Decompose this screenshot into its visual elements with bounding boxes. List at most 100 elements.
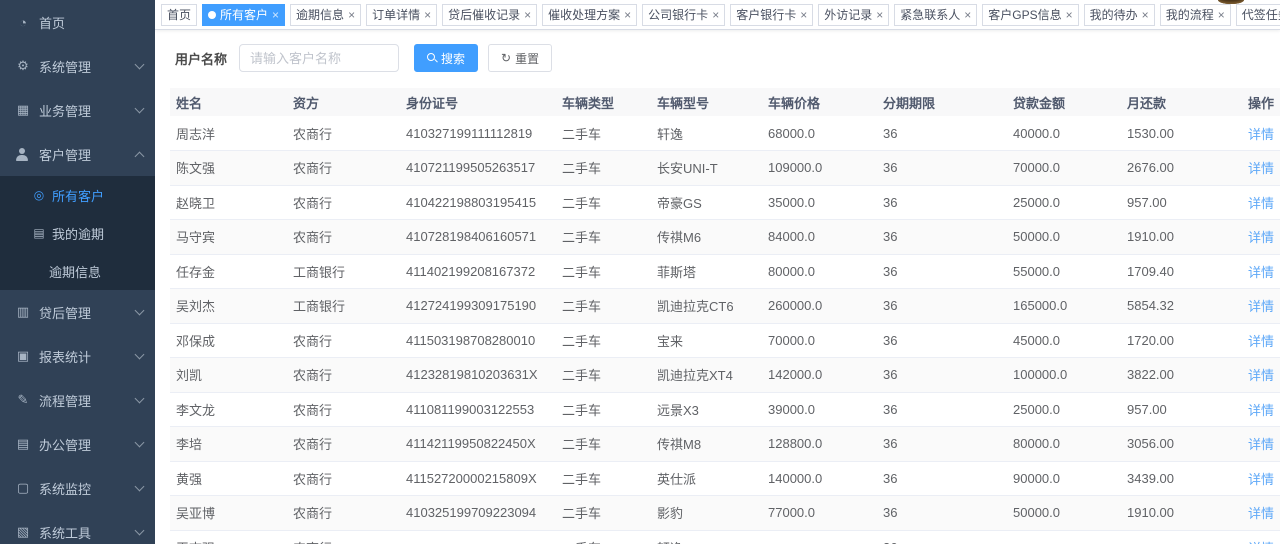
sidebar-item-3[interactable]: 客户管理 — [0, 132, 155, 176]
sidebar-item-8[interactable]: ▢系统监控 — [0, 466, 155, 510]
cell-贷款金额: 45000.0 — [1007, 323, 1121, 358]
cell-车辆价格: 128800.0 — [762, 427, 877, 462]
tab-3[interactable]: 订单详情× — [366, 4, 437, 26]
cell-月还款: 1910.00 — [1121, 220, 1242, 255]
cell-车辆类型: 二手车 — [556, 427, 651, 462]
tab-7[interactable]: 客户银行卡× — [730, 4, 813, 26]
close-icon[interactable]: × — [712, 9, 719, 21]
close-icon[interactable]: × — [964, 9, 971, 21]
detail-link[interactable]: 详情 — [1248, 472, 1274, 487]
table-row: 李文龙农商行411081199003122553二手车远景X339000.036… — [170, 392, 1280, 427]
cell-车辆类型: 二手车 — [556, 254, 651, 289]
tab-13[interactable]: 代签任务× — [1236, 4, 1280, 26]
sidebar-item-5[interactable]: ▣报表统计 — [0, 334, 155, 378]
detail-link[interactable]: 详情 — [1248, 368, 1274, 383]
detail-link[interactable]: 详情 — [1248, 161, 1274, 176]
tool-icon: ▧ — [15, 524, 31, 540]
detail-link[interactable]: 详情 — [1248, 437, 1274, 452]
cell-月还款: 1720.00 — [1121, 323, 1242, 358]
tab-12[interactable]: 我的流程× — [1160, 4, 1231, 26]
cell-贷款金额 — [1007, 530, 1121, 544]
reset-button[interactable]: ↻ 重置 — [488, 44, 552, 72]
tab-11[interactable]: 我的待办× — [1084, 4, 1155, 26]
tab-1[interactable]: 所有客户× — [202, 4, 285, 26]
detail-link[interactable]: 详情 — [1248, 127, 1274, 142]
cell-分期期限: 36 — [877, 496, 1007, 531]
cell-actions: 详情 — [1242, 151, 1280, 186]
sidebar-item-2[interactable]: ▦业务管理 — [0, 88, 155, 132]
tab-5[interactable]: 催收处理方案× — [542, 4, 637, 26]
main-area: 首页所有客户×逾期信息×订单详情×贷后催收记录×催收处理方案×公司银行卡×客户银… — [155, 0, 1280, 544]
tab-label: 首页 — [167, 6, 191, 23]
cell-资方: 农商行 — [287, 151, 400, 186]
tab-9[interactable]: 紧急联系人× — [894, 4, 977, 26]
close-icon[interactable]: × — [624, 9, 631, 21]
cell-车辆价格: 39000.0 — [762, 392, 877, 427]
tab-2[interactable]: 逾期信息× — [290, 4, 361, 26]
close-icon[interactable]: × — [876, 9, 883, 21]
customer-table: 姓名资方身份证号车辆类型车辆型号车辆价格分期期限贷款金额月还款操作 周志洋农商行… — [170, 88, 1280, 544]
detail-link[interactable]: 详情 — [1248, 403, 1274, 418]
table-row: 李培农商行41142119950822450X二手车传祺M8128800.036… — [170, 427, 1280, 462]
detail-link[interactable]: 详情 — [1248, 506, 1274, 521]
cell-分期期限: 36 — [877, 427, 1007, 462]
sidebar-item-0[interactable]: ◔首页 — [0, 0, 155, 44]
tab-label: 代签任务 — [1242, 6, 1280, 23]
sidebar-item-6[interactable]: ✎流程管理 — [0, 378, 155, 422]
sidebar-item-1[interactable]: ⚙系统管理 — [0, 44, 155, 88]
cell-月还款: 2676.00 — [1121, 151, 1242, 186]
search-input[interactable] — [239, 44, 399, 72]
sidebar-subitem-3-1[interactable]: ▤我的逾期 — [0, 214, 155, 252]
sidebar-subitem-3-2[interactable]: 逾期信息 — [0, 252, 155, 290]
tab-8[interactable]: 外访记录× — [818, 4, 889, 26]
cell-姓名: 李文龙 — [170, 392, 287, 427]
close-icon[interactable]: × — [272, 9, 279, 21]
tab-6[interactable]: 公司银行卡× — [642, 4, 725, 26]
cell-分期期限: 36 — [877, 461, 1007, 496]
chevron-down-icon — [135, 60, 145, 70]
close-icon[interactable]: × — [1066, 9, 1073, 21]
close-icon[interactable]: × — [348, 9, 355, 21]
cell-车辆型号: 凯迪拉克XT4 — [651, 358, 762, 393]
tab-4[interactable]: 贷后催收记录× — [442, 4, 537, 26]
chevron-down-icon — [135, 438, 145, 448]
cell-车辆型号: 凯迪拉克CT6 — [651, 289, 762, 324]
detail-link[interactable]: 详情 — [1248, 334, 1274, 349]
sidebar-item-4[interactable]: ▥贷后管理 — [0, 290, 155, 334]
cell-车辆价格: 80000.0 — [762, 254, 877, 289]
tab-0[interactable]: 首页 — [161, 4, 197, 26]
chevron-down-icon — [135, 104, 145, 114]
search-button[interactable]: 搜索 — [414, 44, 478, 72]
cell-分期期限: 36 — [877, 185, 1007, 220]
close-icon[interactable]: × — [800, 9, 807, 21]
sidebar-item-label: 系统管理 — [39, 57, 136, 76]
cell-资方: 农商行 — [287, 323, 400, 358]
sidebar-item-7[interactable]: ▤办公管理 — [0, 422, 155, 466]
detail-link[interactable]: 详情 — [1248, 265, 1274, 280]
cell-姓名: 任存金 — [170, 254, 287, 289]
close-icon[interactable]: × — [1218, 9, 1225, 21]
cell-分期期限: 36 — [877, 254, 1007, 289]
close-icon[interactable]: × — [1142, 9, 1149, 21]
cell-月还款: 1530.00 — [1121, 116, 1242, 151]
cell-车辆类型: 二手车 — [556, 185, 651, 220]
tab-10[interactable]: 客户GPS信息× — [982, 4, 1078, 26]
detail-link[interactable]: 详情 — [1248, 299, 1274, 314]
cell-姓名: 赵晓卫 — [170, 185, 287, 220]
search-icon — [427, 53, 437, 63]
cell-车辆价格: 35000.0 — [762, 185, 877, 220]
cell-车辆价格: 70000.0 — [762, 323, 877, 358]
sidebar-item-label: 客户管理 — [39, 145, 136, 164]
close-icon[interactable]: × — [424, 9, 431, 21]
chevron-down-icon — [135, 350, 145, 360]
sidebar-subitem-3-0[interactable]: ◎所有客户 — [0, 176, 155, 214]
card-icon: ▤ — [32, 226, 46, 240]
detail-link[interactable]: 详情 — [1248, 196, 1274, 211]
sidebar-item-9[interactable]: ▧ 系统工具 — [0, 510, 155, 544]
sidebar-item-label: 系统工具 — [39, 523, 136, 542]
user-icon — [15, 148, 31, 161]
close-icon[interactable]: × — [524, 9, 531, 21]
detail-link[interactable]: 详情 — [1248, 230, 1274, 245]
book-icon: ▥ — [15, 304, 31, 320]
cell-姓名: 王志强 — [170, 530, 287, 544]
